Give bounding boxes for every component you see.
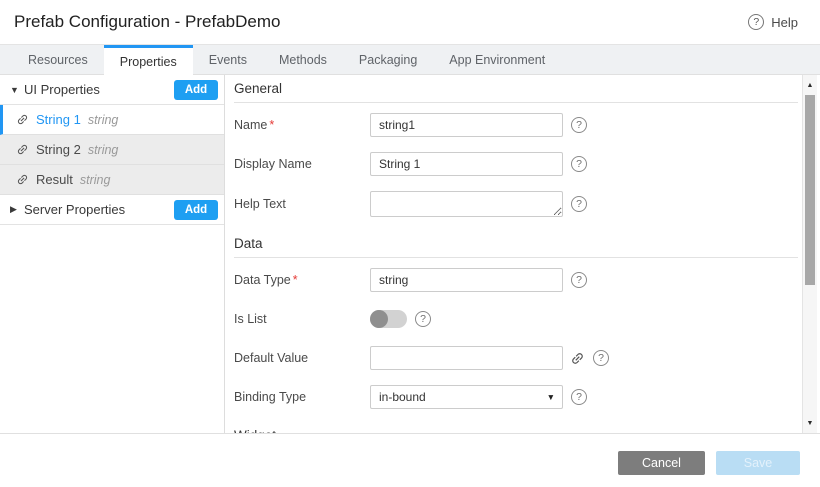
link-icon [16,113,29,126]
field-row-is-list: Is List ? [234,307,798,331]
binding-type-value: in-bound [379,390,426,404]
tab-events[interactable]: Events [193,45,263,74]
sidebar-item-result[interactable]: Result string [0,165,224,195]
display-name-label: Display Name [234,157,370,171]
server-properties-label: Server Properties [24,202,174,217]
help-text-label: Help Text [234,197,370,211]
help-label: Help [771,15,798,30]
dialog-header: Prefab Configuration - PrefabDemo ? Help [0,0,820,45]
tab-bar: Resources Properties Events Methods Pack… [0,45,820,75]
section-general: General [234,77,798,103]
name-label: Name* [234,118,370,132]
help-icon[interactable]: ? [571,272,587,288]
add-ui-property-button[interactable]: Add [174,80,218,100]
is-list-toggle[interactable] [370,310,407,328]
dialog-title: Prefab Configuration - PrefabDemo [14,12,280,32]
caret-down-icon: ▼ [10,85,24,95]
field-row-name: Name* ? [234,113,798,137]
field-row-default-value: Default Value ? [234,346,798,370]
ui-properties-group-header[interactable]: ▼ UI Properties Add [0,75,224,105]
scrollbar-thumb[interactable] [805,95,815,285]
help-icon[interactable]: ? [571,156,587,172]
is-list-label: Is List [234,312,370,326]
save-button[interactable]: Save [716,451,800,475]
field-row-help-text: Help Text ? [234,191,798,217]
link-icon [16,143,29,156]
help-text-textarea[interactable] [370,191,563,217]
name-input[interactable] [370,113,563,137]
help-circle-icon: ? [748,14,764,30]
help-icon[interactable]: ? [571,117,587,133]
prefab-configuration-dialog: Prefab Configuration - PrefabDemo ? Help… [0,0,820,487]
property-name: String 1 [36,112,81,127]
binding-type-select[interactable]: in-bound ▼ [370,385,563,409]
bind-link-icon[interactable] [570,351,585,366]
cancel-button[interactable]: Cancel [618,451,705,475]
required-asterisk: * [269,118,274,132]
help-icon[interactable]: ? [571,196,587,212]
help-icon[interactable]: ? [593,350,609,366]
binding-type-label: Binding Type [234,390,370,404]
server-properties-group-header[interactable]: ▶ Server Properties Add [0,195,224,225]
property-form-panel: General Name* ? Display Name ? Help Text [225,75,820,433]
property-type: string [88,143,119,157]
property-name: Result [36,172,73,187]
default-value-label: Default Value [234,351,370,365]
help-link[interactable]: ? Help [748,14,798,30]
default-value-input[interactable] [370,346,563,370]
property-form: General Name* ? Display Name ? Help Text [225,75,800,433]
tab-properties[interactable]: Properties [104,45,193,75]
dialog-body: ▼ UI Properties Add String 1 string Stri… [0,75,820,433]
section-widget: Widget [234,424,798,433]
ui-properties-label: UI Properties [24,82,174,97]
section-data: Data [234,232,798,258]
field-row-data-type: Data Type* ? [234,268,798,292]
field-row-display-name: Display Name ? [234,152,798,176]
caret-right-icon: ▶ [10,204,24,215]
property-type: string [88,113,119,127]
help-icon[interactable]: ? [571,389,587,405]
tab-methods[interactable]: Methods [263,45,343,74]
scroll-up-icon[interactable]: ▲ [803,77,817,93]
tab-app-environment[interactable]: App Environment [433,45,561,74]
data-type-label: Data Type* [234,273,370,287]
dialog-footer: Cancel Save [0,433,820,487]
vertical-scrollbar[interactable]: ▲ ▼ [802,75,817,433]
sidebar-item-string1[interactable]: String 1 string [0,105,224,135]
help-icon[interactable]: ? [415,311,431,327]
add-server-property-button[interactable]: Add [174,200,218,220]
display-name-input[interactable] [370,152,563,176]
tab-packaging[interactable]: Packaging [343,45,433,74]
property-name: String 2 [36,142,81,157]
chevron-down-icon: ▼ [547,392,555,402]
toggle-knob [370,310,388,328]
link-icon [16,173,29,186]
data-type-input[interactable] [370,268,563,292]
tab-resources[interactable]: Resources [12,45,104,74]
properties-sidebar: ▼ UI Properties Add String 1 string Stri… [0,75,225,433]
scroll-down-icon[interactable]: ▼ [803,415,817,431]
sidebar-item-string2[interactable]: String 2 string [0,135,224,165]
required-asterisk: * [293,273,298,287]
property-type: string [80,173,111,187]
field-row-binding-type: Binding Type in-bound ▼ ? [234,385,798,409]
